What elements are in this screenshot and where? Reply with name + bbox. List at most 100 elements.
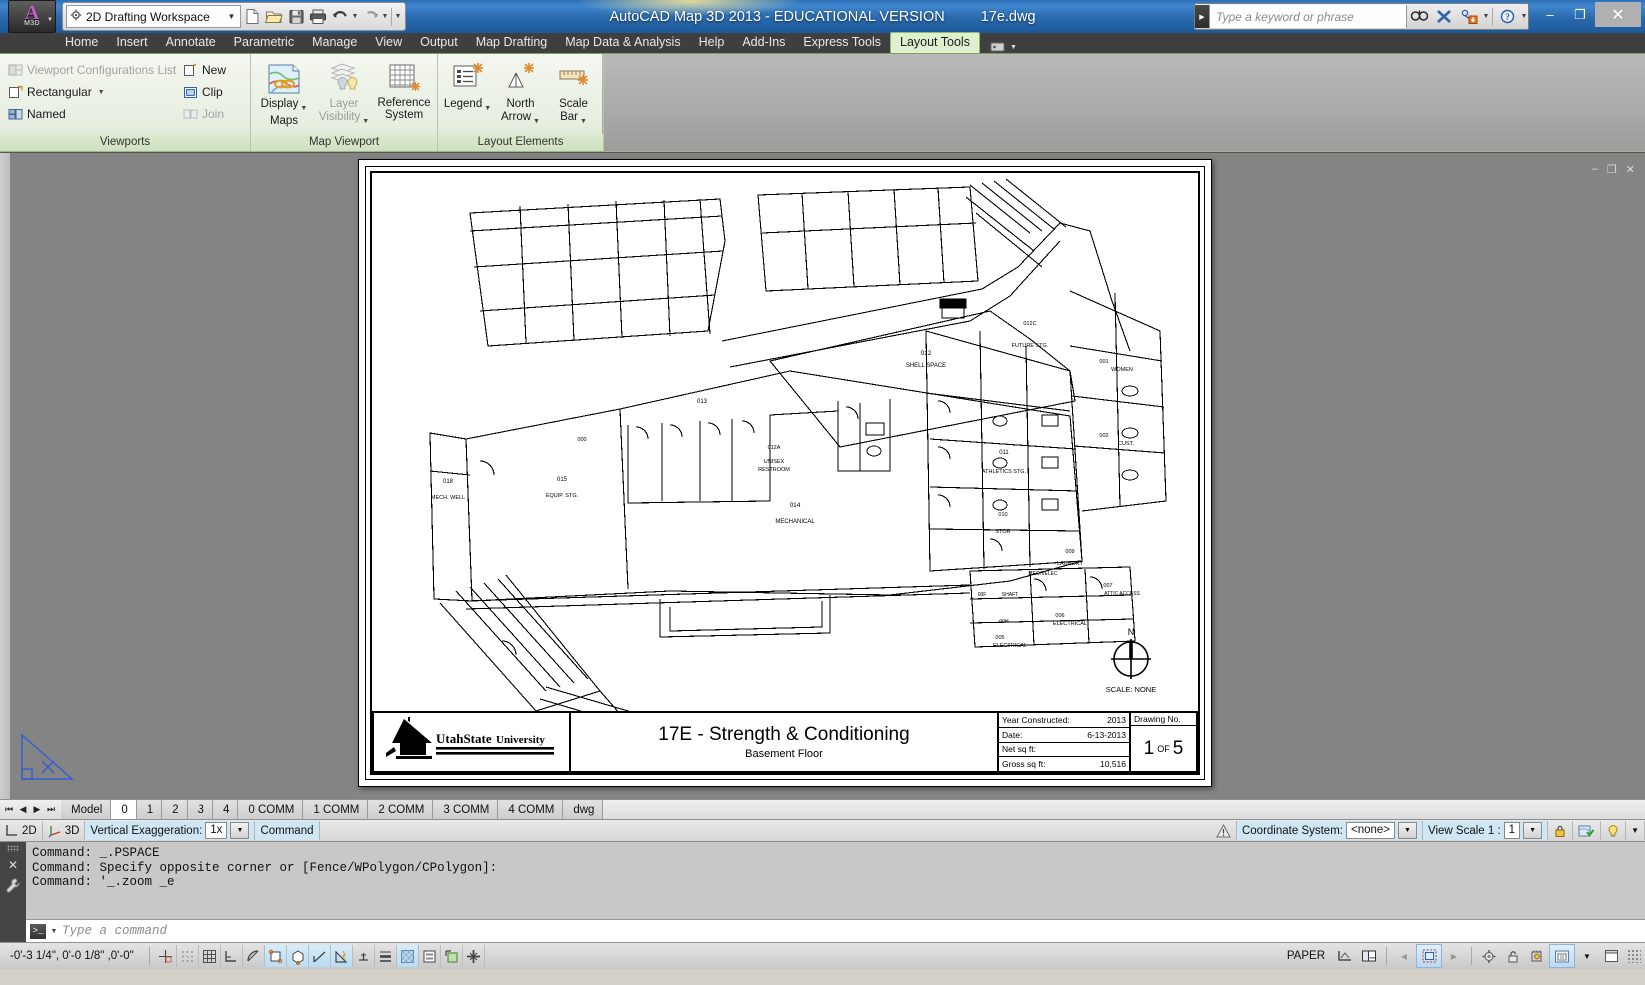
model-space-icon[interactable]: [1333, 945, 1357, 967]
wrench-icon[interactable]: [6, 878, 20, 897]
close-button[interactable]: ✕: [1595, 2, 1641, 27]
layer-visibility-button[interactable]: Layer Visibility ▼: [314, 59, 374, 134]
previous-annotation-scale-icon[interactable]: ◀: [1392, 945, 1416, 967]
tab-layout-3[interactable]: 3: [187, 800, 213, 819]
unlock-toolbars-icon[interactable]: [1501, 945, 1525, 967]
clip-viewport-button[interactable]: Clip: [178, 81, 247, 103]
chevron-down-icon[interactable]: ▼: [225, 12, 238, 21]
display-maps-status-button[interactable]: [1573, 821, 1602, 840]
chevron-down-icon[interactable]: ▼: [1575, 945, 1599, 967]
annotation-monitor-icon[interactable]: [463, 945, 485, 967]
viewport-lock-button[interactable]: [1548, 821, 1574, 840]
maximize-button[interactable]: ❐: [1565, 4, 1595, 26]
view-scale-value[interactable]: 1: [1503, 822, 1521, 839]
mode-2d-button[interactable]: 2D: [0, 821, 43, 840]
tab-layout-0-comm[interactable]: 0 COMM: [238, 800, 304, 819]
scale-bar-button[interactable]: Scale Bar ▼: [548, 59, 600, 134]
chevron-down-icon[interactable]: ▼: [300, 103, 307, 115]
dynamic-input-icon[interactable]: [353, 945, 375, 967]
toggle-fullscreen-icon[interactable]: [1599, 945, 1623, 967]
ribbon-panel-switcher[interactable]: ▼: [990, 41, 1017, 53]
chevron-down-icon[interactable]: ▼: [1398, 822, 1417, 839]
drag-grip[interactable]: [7, 845, 19, 852]
search-icon[interactable]: [1407, 5, 1432, 28]
vertical-exaggeration-value[interactable]: 1x: [205, 822, 228, 839]
space-mode-button[interactable]: PAPER: [1279, 950, 1333, 962]
transparency-icon[interactable]: [396, 945, 419, 967]
plot-icon[interactable]: [307, 6, 329, 28]
next-layout-button[interactable]: ▶: [30, 804, 44, 815]
viewport-configurations-list-button[interactable]: Viewport Configurations List ▼: [3, 59, 189, 81]
lineweight-icon[interactable]: [375, 945, 397, 967]
search-input[interactable]: Type a keyword or phrase: [1209, 5, 1407, 28]
tab-view[interactable]: View: [366, 33, 411, 53]
next-annotation-scale-icon[interactable]: ▶: [1442, 945, 1466, 967]
sign-in-dropdown-icon[interactable]: ▼: [1482, 13, 1490, 20]
display-maps-button[interactable]: Display ▼ Maps: [254, 59, 314, 134]
grid-display-icon[interactable]: [199, 945, 221, 967]
3d-object-snap-icon[interactable]: [286, 945, 309, 967]
help-dropdown-icon[interactable]: ▼: [1520, 13, 1528, 20]
tab-layout-2-comm[interactable]: 2 COMM: [368, 800, 434, 819]
infer-constraints-icon[interactable]: [155, 945, 177, 967]
viewport-minimize-button[interactable]: –: [1592, 163, 1598, 176]
redo-icon[interactable]: [359, 6, 381, 28]
mode-3d-button[interactable]: 3D: [43, 821, 86, 840]
chevron-down-icon[interactable]: ▼: [362, 116, 369, 128]
resize-grip[interactable]: [1627, 949, 1641, 963]
tab-layout-3-comm[interactable]: 3 COMM: [433, 800, 499, 819]
undo-dropdown-icon[interactable]: ▼: [351, 13, 359, 20]
minimize-button[interactable]: –: [1535, 4, 1565, 26]
first-layout-button[interactable]: ⏮: [2, 804, 16, 815]
map-status-expand-button[interactable]: ▼: [1626, 821, 1645, 840]
previous-layout-button[interactable]: ◀: [16, 804, 30, 815]
tab-layout-2[interactable]: 2: [162, 800, 188, 819]
object-snap-tracking-icon[interactable]: [308, 945, 331, 967]
clean-screen-icon[interactable]: [1549, 944, 1575, 968]
close-icon[interactable]: ✕: [8, 859, 18, 871]
exchange-apps-icon[interactable]: [1432, 5, 1457, 28]
tab-insert[interactable]: Insert: [107, 33, 156, 53]
tab-layout-1-comm[interactable]: 1 COMM: [303, 800, 369, 819]
snap-mode-icon[interactable]: [177, 945, 199, 967]
chevron-down-icon[interactable]: ▼: [1631, 826, 1639, 835]
polar-tracking-icon[interactable]: [243, 945, 265, 967]
floor-plan-drawing[interactable]: 012 SHELL SPACE 013 012A UNISEX RESTROOM…: [370, 171, 1200, 775]
reference-system-button[interactable]: Reference System: [374, 59, 434, 134]
tab-express-tools[interactable]: Express Tools: [794, 33, 890, 53]
tab-parametric[interactable]: Parametric: [225, 33, 303, 53]
coordinate-system-value[interactable]: <none>: [1345, 822, 1395, 839]
chevron-down-icon[interactable]: ▼: [1010, 44, 1017, 51]
ortho-mode-icon[interactable]: [221, 945, 243, 967]
chevron-down-icon[interactable]: ▼: [580, 116, 587, 128]
sign-in-icon[interactable]: [1457, 5, 1482, 28]
chevron-down-icon[interactable]: ▼: [98, 89, 105, 96]
chevron-down-icon[interactable]: ▼: [1523, 822, 1543, 839]
maximize-viewport-icon[interactable]: [1416, 944, 1442, 968]
chevron-down-icon[interactable]: ▼: [50, 928, 58, 935]
tab-model[interactable]: Model: [61, 800, 112, 819]
command-input-row[interactable]: >_ ▼ Type a command: [26, 919, 1645, 942]
tab-manage[interactable]: Manage: [303, 33, 366, 53]
tab-layout-4[interactable]: 4: [212, 800, 239, 819]
tab-map-data-analysis[interactable]: Map Data & Analysis: [556, 33, 689, 53]
named-viewport-button[interactable]: Named: [3, 103, 178, 125]
new-file-icon[interactable]: [241, 6, 263, 28]
tab-map-drafting[interactable]: Map Drafting: [467, 33, 557, 53]
workspace-selector[interactable]: 2D Drafting Workspace ▼: [66, 5, 241, 28]
last-layout-button[interactable]: ⏭: [44, 804, 58, 815]
rectangular-viewport-button[interactable]: Rectangular ▼: [3, 81, 178, 103]
tab-layout-4-comm[interactable]: 4 COMM: [498, 800, 564, 819]
open-file-icon[interactable]: [263, 6, 285, 28]
tab-layout-1[interactable]: 1: [136, 800, 163, 819]
legend-button[interactable]: Legend ▼: [442, 59, 494, 134]
hardware-acceleration-icon[interactable]: [1525, 945, 1549, 967]
layer-visibility-status-button[interactable]: [1601, 821, 1627, 840]
viewport-close-button[interactable]: ✕: [1626, 163, 1635, 176]
north-arrow-button[interactable]: North Arrow ▼: [495, 59, 547, 134]
chevron-down-icon[interactable]: ▼: [230, 822, 250, 839]
tab-help[interactable]: Help: [690, 33, 734, 53]
tab-layout-tools[interactable]: Layout Tools: [890, 32, 980, 53]
dynamic-ucs-icon[interactable]: [330, 945, 353, 967]
help-icon[interactable]: ?: [1495, 5, 1520, 28]
